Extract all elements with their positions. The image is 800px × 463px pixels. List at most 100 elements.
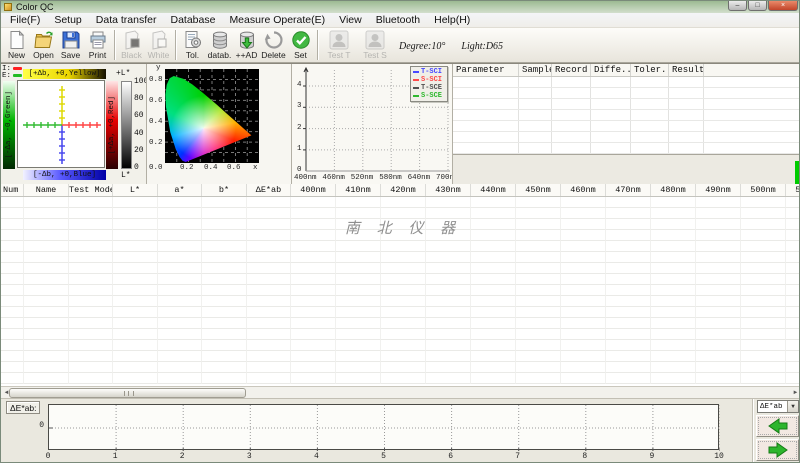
data-table-cell [381, 241, 426, 252]
data-table-cell [696, 197, 741, 208]
results-table-cell [453, 88, 519, 98]
toolbar-button-new[interactable]: New [3, 29, 30, 60]
data-table-cell [786, 373, 799, 384]
data-table-cell [69, 208, 113, 219]
results-table: ParameterSampleRecordDiffe...Toler...Res… [453, 64, 799, 155]
save-floppy-icon [61, 30, 81, 50]
data-table-cell [696, 252, 741, 263]
toolbar-button-black: Black [118, 29, 145, 60]
results-table-cell [591, 143, 631, 153]
data-table-cell [69, 296, 113, 307]
data-table-cell [336, 318, 381, 329]
data-table-cell [606, 329, 651, 340]
bottom-separator [752, 399, 753, 462]
menu-item-bluetooth[interactable]: Bluetooth [369, 14, 427, 26]
data-table-cell [291, 296, 336, 307]
database-add-icon [237, 30, 257, 50]
data-table-body: 南 北 仪 器 [1, 197, 799, 386]
l-scale-tick: 100 [134, 77, 147, 86]
data-table-cell [69, 362, 113, 373]
horizontal-scrollbar[interactable]: ◄ ► [1, 386, 799, 398]
data-table-cell [381, 274, 426, 285]
data-table-cell [247, 274, 291, 285]
data-table-cell [381, 362, 426, 373]
previous-record-button[interactable] [756, 415, 799, 437]
data-table-cell [113, 241, 158, 252]
menu-item-help-h[interactable]: Help(H) [427, 14, 477, 26]
data-table-cell [158, 296, 202, 307]
menu-item-setup[interactable]: Setup [47, 14, 88, 26]
target-sample-legend: I: E: [2, 65, 23, 80]
data-table-cell [741, 351, 786, 362]
results-table-cell [552, 132, 591, 142]
maximize-button[interactable]: □ [748, 1, 767, 11]
title-bar[interactable]: Color QC – □ × [1, 1, 799, 13]
data-table-cell [426, 318, 471, 329]
data-table-cell [381, 252, 426, 263]
close-button[interactable]: × [768, 1, 798, 11]
toolbar-button-save[interactable]: Save [57, 29, 84, 60]
toolbar-button-open[interactable]: Open [30, 29, 57, 60]
data-table-cell [741, 329, 786, 340]
results-table-cell [591, 121, 631, 131]
database-icon [210, 30, 230, 50]
spectral-legend: T-SCI S-SCI T-SCE S-SCE [410, 66, 448, 102]
minimize-button[interactable]: – [728, 1, 747, 11]
menu-item-measure-operate-e[interactable]: Measure Operate(E) [222, 14, 332, 26]
toolbar-button-ad[interactable]: ++AD [233, 29, 260, 60]
data-table-cell [696, 307, 741, 318]
data-table-cell [247, 252, 291, 263]
window-title: Color QC [16, 2, 54, 12]
toolbar-button-datab[interactable]: datab. [206, 29, 233, 60]
results-table-cell [519, 143, 552, 153]
spectral-legend-label: T-SCI [421, 68, 443, 76]
data-table-cell [336, 274, 381, 285]
spectral-x-tick: 520nm [350, 174, 374, 182]
data-table-cell [471, 241, 516, 252]
recycle-delete-icon [264, 30, 284, 50]
menu-item-view[interactable]: View [332, 14, 369, 26]
toolbar-button-print[interactable]: Print [84, 29, 111, 60]
data-table-cell [202, 318, 247, 329]
results-table-cell [453, 99, 519, 109]
l-scale-bottom-label: L* [121, 171, 131, 180]
spectral-legend-label: T-SCE [421, 84, 443, 92]
data-table-cell [516, 230, 561, 241]
data-table-cell [291, 318, 336, 329]
results-table-row [453, 132, 799, 143]
data-table-cell [247, 208, 291, 219]
scrollbar-thumb[interactable] [9, 388, 246, 398]
yellow-axis-label: [+Δb, +0,Yellow] [28, 70, 101, 78]
scroll-right-arrow-icon[interactable]: ► [790, 388, 799, 398]
data-table-cell [741, 340, 786, 351]
data-table-cell [561, 318, 606, 329]
data-table-cell [247, 241, 291, 252]
menu-item-file-f[interactable]: File(F) [3, 14, 47, 26]
tolerance-gear-icon [183, 30, 203, 50]
data-table-cell [336, 351, 381, 362]
data-table-cell [516, 241, 561, 252]
toolbar-button-label: Open [33, 50, 54, 60]
data-table-cell [426, 362, 471, 373]
data-table-cell [158, 230, 202, 241]
data-table-cell [696, 362, 741, 373]
data-table-cell [381, 318, 426, 329]
data-table-cell [291, 274, 336, 285]
menu-item-database[interactable]: Database [163, 14, 222, 26]
data-table-cell [113, 208, 158, 219]
data-table-cell [741, 285, 786, 296]
toolbar-button-set[interactable]: Set [287, 29, 314, 60]
menu-item-data-transfer[interactable]: Data transfer [89, 14, 164, 26]
toolbar-button-delete[interactable]: Delete [260, 29, 287, 60]
next-record-button[interactable] [756, 439, 799, 461]
spectral-x-tick: 460nm [322, 174, 345, 182]
data-table-cell [741, 219, 786, 230]
toolbar-button-tol[interactable]: Tol. [179, 29, 206, 60]
data-table-cell [741, 274, 786, 285]
delta-e-button[interactable]: ΔE*ab: [6, 401, 41, 414]
data-table-cell [471, 296, 516, 307]
trend-x-tick: 2 [179, 452, 185, 461]
data-table-cell [696, 274, 741, 285]
results-table-cell [631, 88, 669, 98]
metric-dropdown[interactable]: ΔE*ab ▼ [757, 400, 799, 413]
